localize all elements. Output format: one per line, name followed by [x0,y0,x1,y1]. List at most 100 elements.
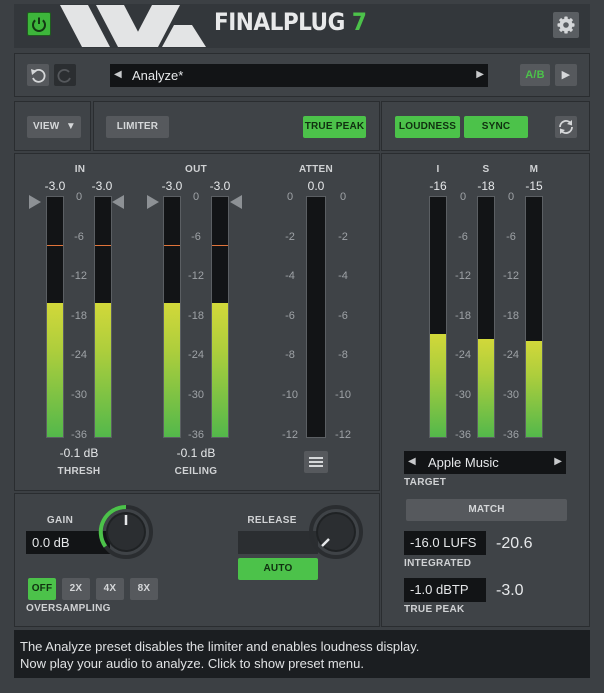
gain-knob[interactable] [97,503,155,561]
in-right-level [95,302,111,437]
oversampling-2x-label: 2X [69,583,83,594]
match-button[interactable]: MATCH [406,499,567,521]
loudness-scale-2-tick: -30 [503,389,519,401]
target-label: TARGET [404,477,447,488]
threshold-handle-left[interactable] [29,195,41,209]
atten-scale-left-tick: -12 [282,428,298,441]
loudness-scale-1-tick: -12 [455,270,471,283]
ab-button[interactable]: A/B [520,64,550,86]
atten-scale-right-tick: 0 [339,191,347,203]
thresh-value[interactable]: -0.1 dB [46,446,112,460]
out-scale-tick: -24 [188,349,204,362]
auto-release-button[interactable]: AUTO [238,558,318,580]
atten-label: ATTEN [298,164,334,175]
oversampling-off-button[interactable]: OFF [28,578,56,600]
power-button[interactable] [27,12,51,36]
short-term-level [478,338,494,437]
target-prev-icon[interactable]: ◀ [408,456,416,467]
gear-icon [557,16,575,34]
true-peak-readout-label: TRUE PEAK [404,604,465,615]
out-scale-tick: -12 [188,270,204,283]
meter-menu-button[interactable] [304,451,328,473]
in-scale-tick: -6 [74,230,84,243]
refresh-icon [559,120,573,134]
out-right-peak-marker [212,245,228,246]
loudness-scale-1-tick: -30 [455,389,471,401]
momentary-meter-label: M [529,164,539,175]
release-field[interactable] [238,531,318,554]
undo-button[interactable] [27,64,49,86]
oversampling-8x-label: 8X [137,583,151,594]
ceiling-handle-right[interactable] [230,195,242,209]
ceiling-label: CEILING [174,466,218,477]
loudness-scale-2-tick: -12 [503,270,519,283]
power-icon [32,17,46,32]
out-meter-right [211,196,229,438]
preset-next-icon[interactable]: ▶ [476,69,484,80]
atten-scale-right-tick: -2 [338,230,348,243]
preset-selector[interactable]: ◀ Analyze* ▶ [110,64,488,87]
preset-prev-icon[interactable]: ◀ [114,69,122,80]
target-selector[interactable]: ◀ Apple Music ▶ [404,451,566,474]
oversampling-8x-button[interactable]: 8X [130,578,158,600]
release-knob[interactable] [307,503,365,561]
app-title-text: FINALPLUG [214,8,345,36]
momentary-meter [525,196,543,438]
limiter-button[interactable]: LIMITER [106,116,169,138]
out-left-level [164,302,180,437]
true-peak-label: TRUE PEAK [304,121,365,132]
out-left-peak-marker [164,245,180,246]
ceiling-handle-left[interactable] [147,195,159,209]
atten-scale-right-tick: -10 [335,389,351,401]
out-meter-left [163,196,181,438]
integrated-target-field[interactable]: -16.0 LUFS [404,531,486,555]
reset-loudness-button[interactable] [555,116,577,138]
atten-scale-right-tick: -8 [338,349,348,362]
atten-meter [306,196,326,438]
oversampling-4x-button[interactable]: 4X [96,578,124,600]
true-peak-button[interactable]: TRUE PEAK [303,116,366,138]
out-scale-tick: -36 [188,428,204,441]
ab-play-button[interactable]: ▶ [555,64,577,86]
match-label: MATCH [468,504,505,515]
ceiling-value[interactable]: -0.1 dB [163,446,229,460]
settings-button[interactable] [553,12,579,38]
loudness-scale-2-tick: -24 [503,349,519,362]
loudness-scale-2-tick: 0 [507,191,515,203]
out-right-level [212,302,228,437]
redo-icon [57,68,71,83]
oversampling-2x-button[interactable]: 2X [62,578,90,600]
oversampling-4x-label: 4X [103,583,117,594]
undo-icon [31,68,46,83]
sync-button[interactable]: SYNC [464,116,528,138]
oversampling-off-label: OFF [31,583,53,594]
atten-scale-left-tick: -10 [282,389,298,401]
auto-label: AUTO [263,563,293,574]
atten-scale-left-tick: -4 [285,270,295,283]
atten-scale-right-tick: -12 [335,428,351,441]
gain-label: GAIN [46,515,74,526]
in-scale-tick: -24 [71,349,87,362]
chevron-down-icon: ▼ [65,121,76,132]
out-label: OUT [184,164,207,175]
atten-scale-left-tick: -6 [285,309,295,322]
true-peak-target-field[interactable]: -1.0 dBTP [404,578,486,602]
loudness-label: LOUDNESS [398,121,457,132]
in-left-peak-marker [47,245,63,246]
target-next-icon[interactable]: ▶ [554,456,562,467]
loudness-button[interactable]: LOUDNESS [395,116,460,138]
limiter-label: LIMITER [116,121,159,132]
gain-value: 0.0 dB [32,535,70,550]
threshold-handle-right[interactable] [112,195,124,209]
status-line-1: The Analyze preset disables the limiter … [20,639,420,654]
in-scale-tick: -36 [71,428,87,441]
view-label: VIEW [33,121,60,132]
thresh-label: THRESH [57,466,101,477]
status-bar[interactable]: The Analyze preset disables the limiter … [14,630,590,678]
release-label: RELEASE [247,515,297,526]
view-dropdown[interactable]: VIEW ▼ [27,116,81,138]
redo-button[interactable] [54,64,76,86]
short-term-meter [477,196,495,438]
true-peak-value: -3.0 [496,582,524,599]
play-icon: ▶ [561,69,571,81]
